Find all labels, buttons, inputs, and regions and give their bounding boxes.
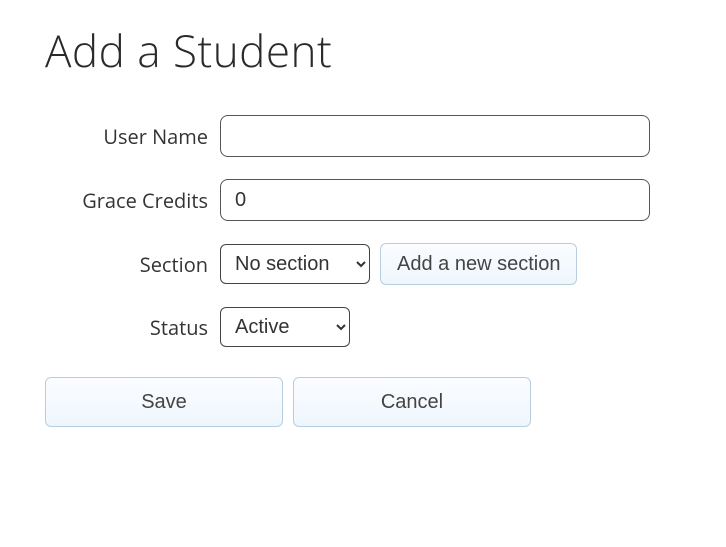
status-label: Status xyxy=(45,314,220,341)
section-label: Section xyxy=(45,251,220,278)
status-select[interactable]: Active xyxy=(220,307,350,347)
grace-credits-input[interactable] xyxy=(220,179,650,221)
add-section-button[interactable]: Add a new section xyxy=(380,243,577,285)
username-label: User Name xyxy=(45,123,220,150)
save-button[interactable]: Save xyxy=(45,377,283,427)
username-input[interactable] xyxy=(220,115,650,157)
grace-credits-label: Grace Credits xyxy=(45,187,220,214)
page-title: Add a Student xyxy=(45,20,681,80)
section-select[interactable]: No section xyxy=(220,244,370,284)
cancel-button[interactable]: Cancel xyxy=(293,377,531,427)
